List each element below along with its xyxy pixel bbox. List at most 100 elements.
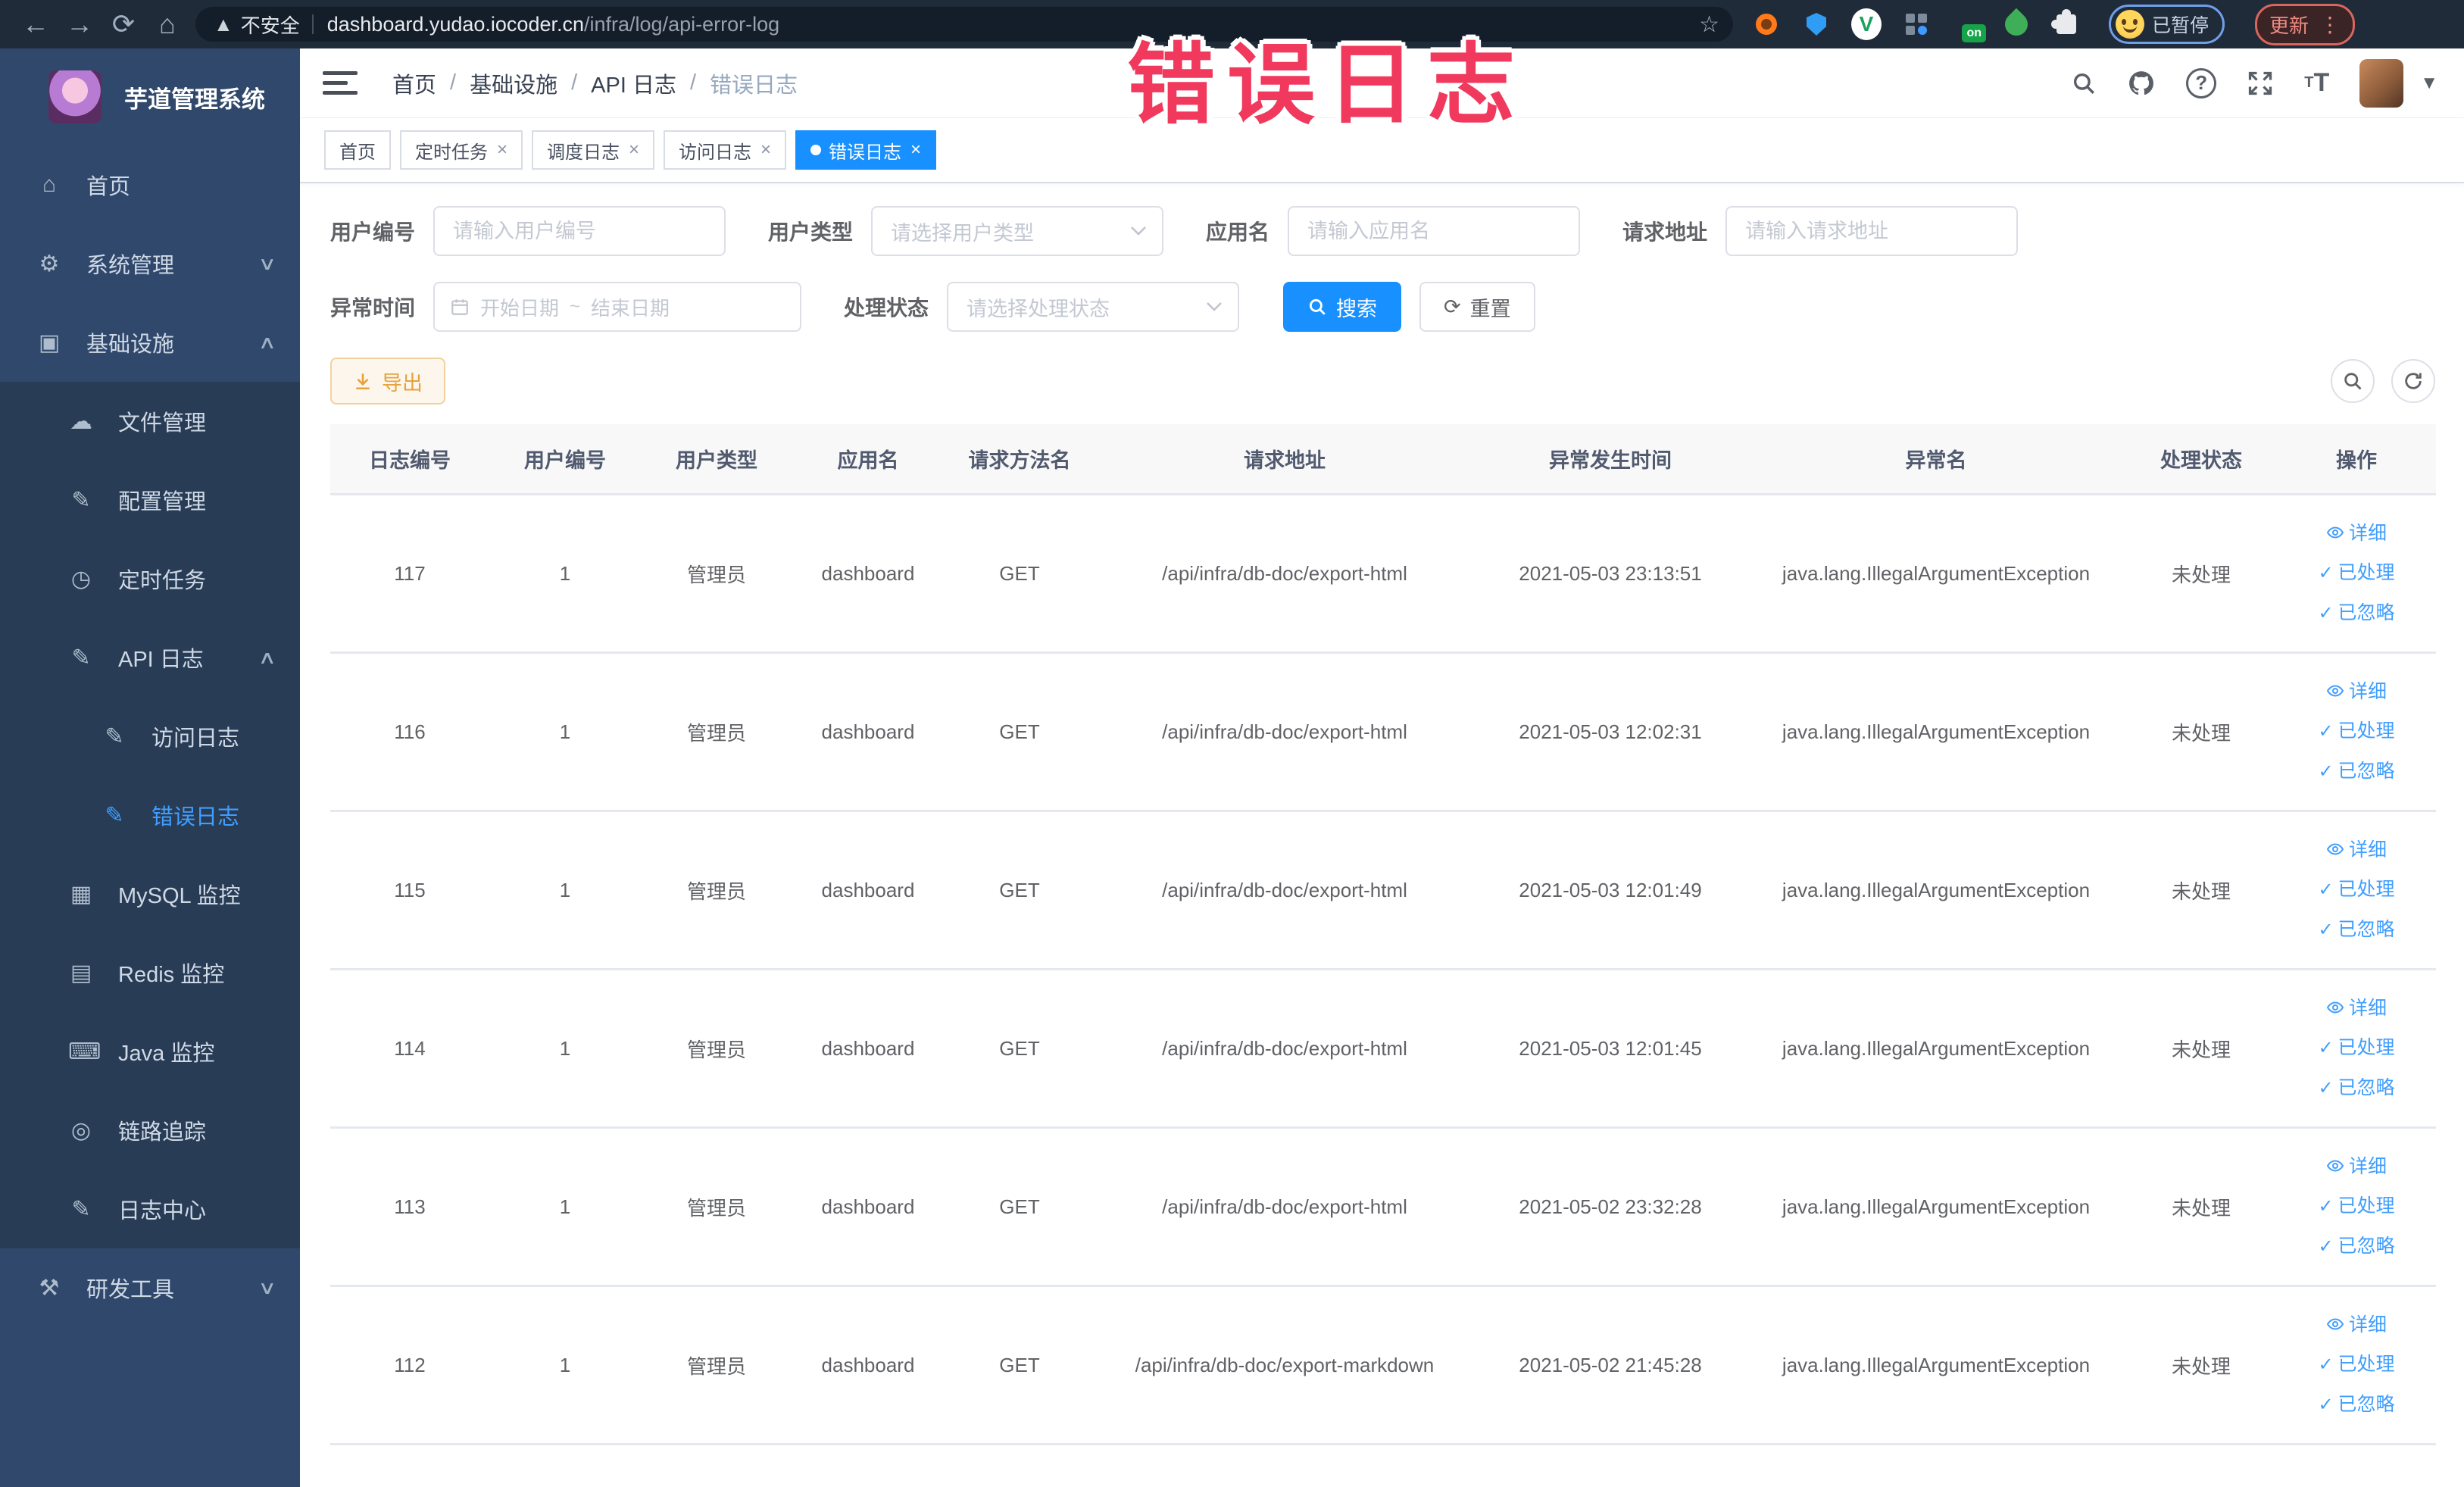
extension-vue-devtools-icon[interactable]: V [1851, 8, 1882, 40]
action-detail-link[interactable]: 详细 [2283, 1147, 2430, 1186]
reset-button[interactable]: ⟳ 重置 [1419, 282, 1535, 332]
tag-定时任务[interactable]: 定时任务 × [400, 130, 523, 170]
cell-actions: 详细 ✓ 已处理 ✓ 已忽略 [2277, 1127, 2436, 1287]
cell-log-id: 114 [330, 969, 489, 1129]
action-detail-link[interactable]: 详细 [2283, 514, 2430, 553]
action-processed-link[interactable]: ✓ 已处理 [2283, 1028, 2430, 1068]
config-manage-icon: ✎ [71, 487, 91, 513]
sidebar-item-错误日志[interactable]: ✎ 错误日志 [0, 776, 300, 854]
action-ignore-link[interactable]: ✓ 已忽略 [2283, 751, 2430, 792]
action-detail-link[interactable]: 详细 [2283, 1305, 2430, 1345]
tag-close-icon[interactable]: × [629, 139, 639, 161]
process-status-select[interactable]: 请选择处理状态 [947, 282, 1240, 332]
tags-view-bar: 首页 定时任务 × 调度日志 × 访问日志 × 错误日志 × [300, 118, 2464, 183]
extensions-puzzle-icon[interactable] [2051, 9, 2081, 39]
sidebar-item-Java 监控[interactable]: ⌨ Java 监控 [0, 1012, 300, 1091]
browser-update-button[interactable]: 更新 ⋮ [2255, 3, 2356, 45]
sidebar-item-链路追踪[interactable]: ◎ 链路追踪 [0, 1091, 300, 1170]
refresh-table-button[interactable] [2391, 359, 2435, 403]
cell-log-id: 117 [330, 494, 489, 654]
breadcrumb-home[interactable]: 首页 [392, 67, 436, 99]
sidebar-item-Redis 监控[interactable]: ▤ Redis 监控 [0, 933, 300, 1012]
mysql-monitor-icon: ▦ [70, 881, 92, 907]
action-ignore-link[interactable]: ✓ 已忽略 [2283, 910, 2430, 950]
browser-menu-kebab-icon[interactable]: ⋮ [2319, 12, 2341, 37]
action-detail-link[interactable]: 详细 [2283, 672, 2430, 711]
sidebar-item-系统管理[interactable]: ⚙ 系统管理 ∨ [0, 224, 300, 303]
cell-actions: 详细 ✓ 已处理 ✓ 已忽略 [2277, 652, 2436, 812]
fullscreen-icon[interactable] [2247, 70, 2274, 97]
bookmark-star-icon[interactable]: ☆ [1699, 11, 1719, 38]
cell-user-type: 管理员 [641, 1127, 792, 1287]
extension-grid-icon[interactable] [1901, 9, 1932, 39]
cell-process-status: 未处理 [2125, 811, 2277, 970]
browser-back-icon[interactable]: ← [14, 6, 58, 42]
extension-leaf-icon[interactable] [2000, 8, 2033, 41]
tag-close-icon[interactable]: × [497, 139, 507, 161]
sidebar-item-配置管理[interactable]: ✎ 配置管理 [0, 461, 300, 539]
process-status-label: 处理状态 [844, 296, 929, 320]
sidebar-logo-row[interactable]: 芋道管理系统 [0, 48, 300, 145]
sidebar-item-label: API 日志 [118, 648, 204, 672]
tag-访问日志[interactable]: 访问日志 × [664, 130, 787, 170]
sidebar-item-定时任务[interactable]: ◷ 定时任务 [0, 539, 300, 618]
extension-switch-icon[interactable]: on [1951, 9, 1986, 42]
search-button[interactable]: 搜索 [1283, 282, 1402, 332]
browser-forward-icon[interactable]: → [58, 6, 101, 42]
tag-错误日志[interactable]: 错误日志 × [795, 130, 937, 170]
action-ignore-link[interactable]: ✓ 已忽略 [2283, 1068, 2430, 1108]
request-url-input[interactable] [1725, 206, 2019, 256]
user-avatar[interactable] [2359, 58, 2404, 108]
tag-close-icon[interactable]: × [910, 139, 921, 161]
cell-user-type: 管理员 [641, 1286, 792, 1445]
address-bar[interactable]: ▲ 不安全 dashboard.yudao.iocoder.cn /infra/… [195, 7, 1733, 42]
action-processed-link[interactable]: ✓ 已处理 [2283, 870, 2430, 910]
action-processed-link[interactable]: ✓ 已处理 [2283, 553, 2430, 593]
tag-调度日志[interactable]: 调度日志 × [532, 130, 655, 170]
tag-label: 首页 [339, 142, 376, 163]
extension-shield-icon[interactable] [1801, 9, 1832, 39]
action-ignore-link[interactable]: ✓ 已忽略 [2283, 1226, 2430, 1267]
tag-close-icon[interactable]: × [760, 139, 771, 161]
hamburger-icon[interactable] [323, 68, 358, 98]
cell-actions: 详细 ✓ 已处理 ✓ 已忽略 [2277, 1286, 2436, 1445]
page-content: 用户编号 用户类型 请选择用户类型 应用名 [300, 183, 2464, 1487]
sidebar-item-日志中心[interactable]: ✎ 日志中心 [0, 1170, 300, 1248]
github-icon[interactable] [2127, 69, 2156, 98]
sidebar-item-MySQL 监控[interactable]: ▦ MySQL 监控 [0, 854, 300, 933]
calendar-icon [450, 297, 470, 317]
action-detail-link[interactable]: 详细 [2283, 989, 2430, 1028]
cell-user-id: 1 [489, 1286, 641, 1445]
user-type-select[interactable]: 请选择用户类型 [871, 206, 1164, 256]
browser-home-icon[interactable]: ⌂ [145, 6, 189, 42]
cell-request-method: GET [944, 1127, 1095, 1287]
action-processed-link[interactable]: ✓ 已处理 [2283, 711, 2430, 751]
app-name-input[interactable] [1288, 206, 1581, 256]
action-ignore-link[interactable]: ✓ 已忽略 [2283, 593, 2430, 633]
extension-orange-icon[interactable] [1751, 9, 1782, 39]
cell-exception-time: 2021-05-03 23:13:51 [1474, 494, 1747, 654]
font-size-icon[interactable]: TT [2304, 68, 2329, 98]
sidebar-item-API 日志[interactable]: ✎ API 日志 ∧ [0, 618, 300, 697]
sidebar-item-基础设施[interactable]: ▣ 基础设施 ∧ [0, 303, 300, 382]
header-search-icon[interactable] [2071, 70, 2097, 96]
browser-reload-icon[interactable]: ⟳ [101, 6, 145, 42]
user-id-input[interactable] [433, 206, 726, 256]
sidebar-item-研发工具[interactable]: ⚒ 研发工具 ∨ [0, 1248, 300, 1327]
help-question-icon[interactable]: ? [2186, 67, 2217, 98]
cell-exception-name: java.lang.IllegalArgumentException [1747, 652, 2125, 812]
exception-time-range-picker[interactable]: 开始日期 ~ 结束日期 [433, 282, 802, 332]
export-button[interactable]: 导出 [330, 358, 445, 405]
avatar-caret-down-icon[interactable]: ▼ [2420, 73, 2438, 94]
toggle-search-button[interactable] [2331, 359, 2375, 403]
sidebar-item-首页[interactable]: ⌂ 首页 [0, 145, 300, 224]
sidebar-item-访问日志[interactable]: ✎ 访问日志 [0, 697, 300, 776]
cell-exception-name: java.lang.IllegalArgumentException [1747, 969, 2125, 1129]
action-processed-link[interactable]: ✓ 已处理 [2283, 1345, 2430, 1385]
browser-profile-chip[interactable]: 已暂停 [2109, 5, 2225, 44]
tag-首页[interactable]: 首页 [324, 130, 391, 170]
action-processed-link[interactable]: ✓ 已处理 [2283, 1186, 2430, 1226]
sidebar-item-文件管理[interactable]: ☁ 文件管理 [0, 382, 300, 461]
action-detail-link[interactable]: 详细 [2283, 830, 2430, 870]
action-ignore-link[interactable]: ✓ 已忽略 [2283, 1385, 2430, 1425]
